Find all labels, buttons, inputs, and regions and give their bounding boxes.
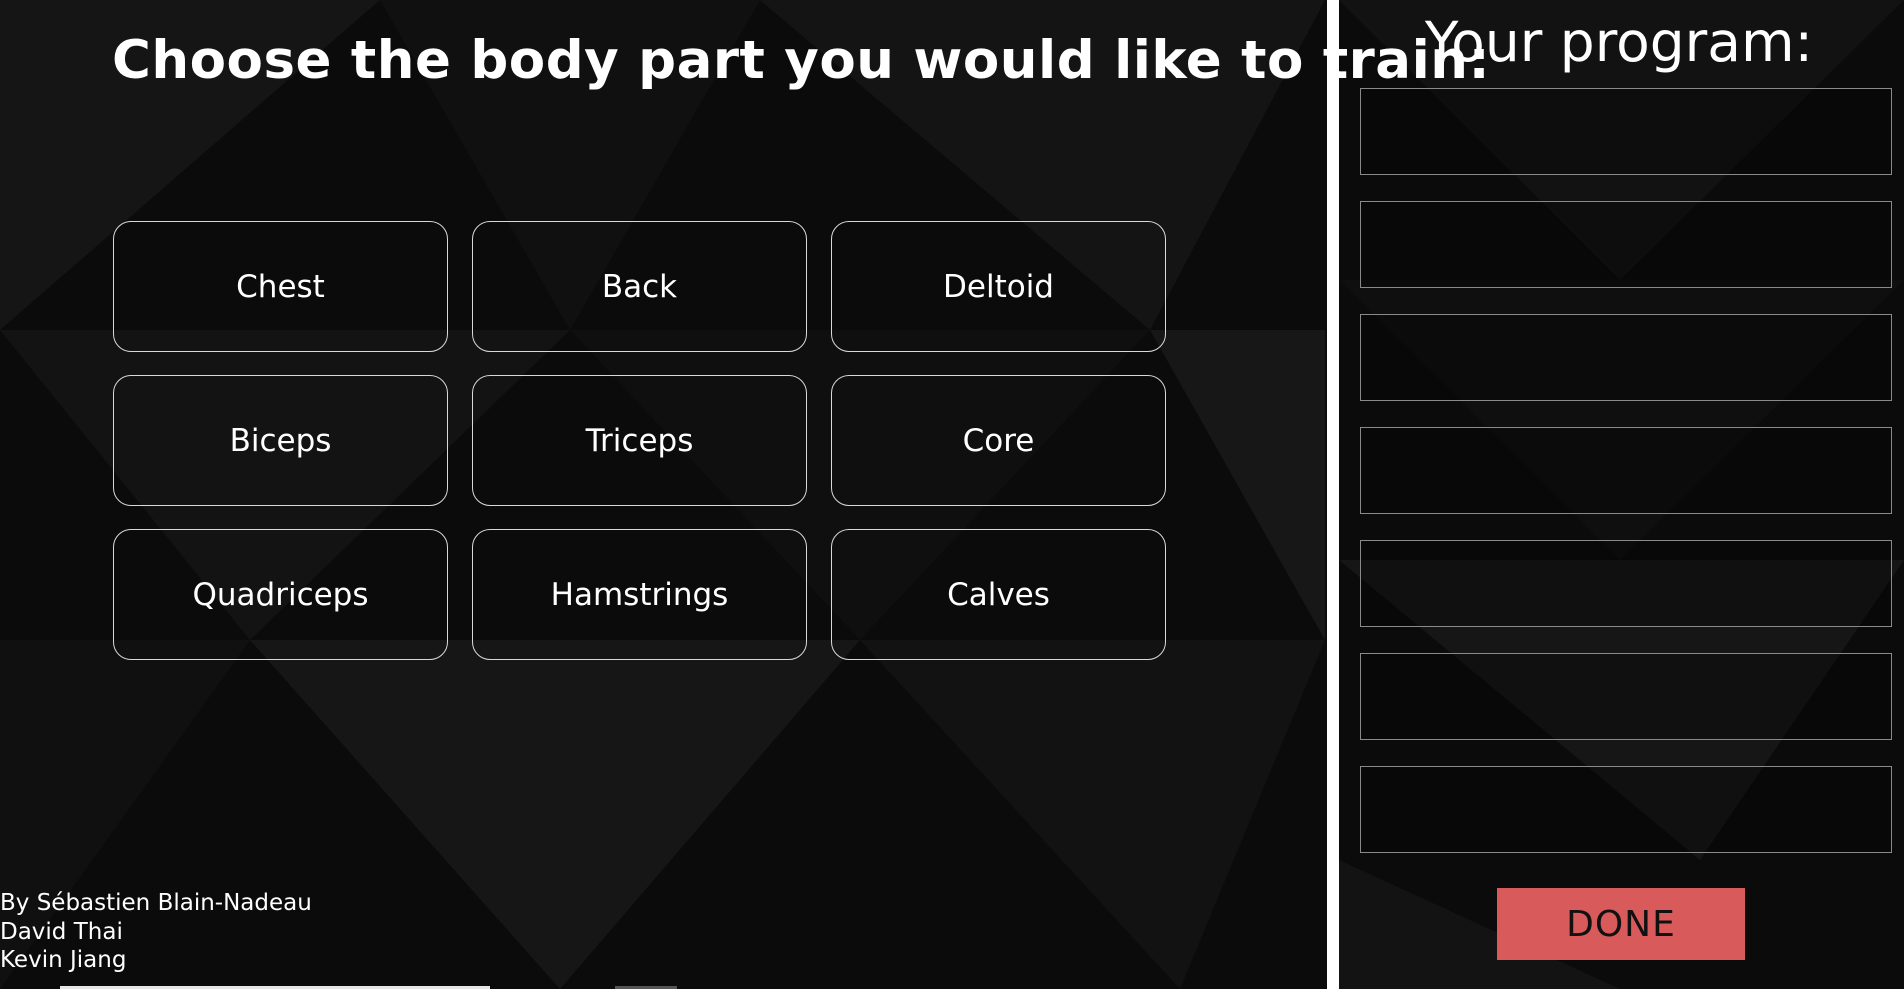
quadriceps-button[interactable]: Quadriceps [113, 529, 448, 660]
program-slot[interactable] [1360, 427, 1892, 514]
app-root: Choose the body part you would like to t… [0, 0, 1904, 989]
core-button[interactable]: Core [831, 375, 1166, 506]
program-slot[interactable] [1360, 766, 1892, 853]
back-button[interactable]: Back [472, 221, 807, 352]
program-slot[interactable] [1360, 314, 1892, 401]
program-slot[interactable] [1360, 653, 1892, 740]
credit-line: David Thai [0, 918, 123, 945]
program-title: Your program: [1424, 10, 1814, 74]
credit-line: Kevin Jiang [0, 947, 127, 973]
program-slot-list [1360, 88, 1892, 853]
chest-button[interactable]: Chest [113, 221, 448, 352]
panel-divider [1327, 0, 1339, 989]
page-title: Choose the body part you would like to t… [112, 30, 1491, 91]
credits: By Sébastien Blain-Nadeau David Thai Kev… [0, 889, 312, 975]
biceps-button[interactable]: Biceps [113, 375, 448, 506]
calves-button[interactable]: Calves [831, 529, 1166, 660]
program-slot[interactable] [1360, 201, 1892, 288]
body-part-grid: Chest Back Deltoid Biceps Triceps Core Q… [113, 221, 1166, 660]
program-panel: Your program: DONE [1339, 0, 1904, 989]
body-part-panel: Choose the body part you would like to t… [0, 0, 1490, 989]
done-button[interactable]: DONE [1497, 888, 1745, 960]
credit-line: By Sébastien Blain-Nadeau [0, 890, 312, 916]
program-slot[interactable] [1360, 540, 1892, 627]
program-slot[interactable] [1360, 88, 1892, 175]
triceps-button[interactable]: Triceps [472, 375, 807, 506]
hamstrings-button[interactable]: Hamstrings [472, 529, 807, 660]
deltoid-button[interactable]: Deltoid [831, 221, 1166, 352]
